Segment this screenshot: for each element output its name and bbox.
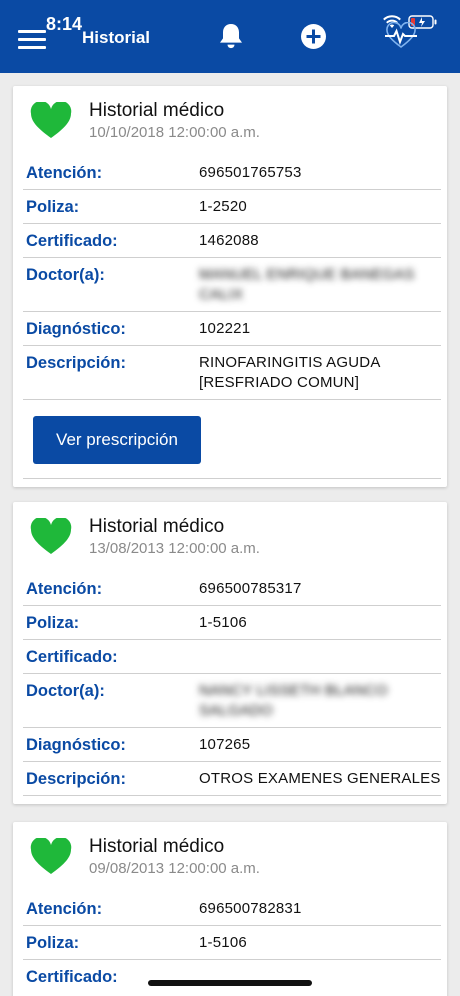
- certificado-label: Certificado:: [26, 648, 118, 666]
- record-header: Historial médico 13/08/2013 12:00:00 a.m…: [13, 502, 447, 572]
- diagnostico-label: Diagnóstico:: [26, 736, 126, 754]
- field-row: Atención: 696501765753: [23, 156, 441, 190]
- poliza-label: Poliza:: [26, 934, 80, 952]
- atencion-label: Atención:: [26, 580, 103, 598]
- home-indicator[interactable]: [148, 980, 312, 986]
- record-title: Historial médico: [89, 516, 225, 537]
- health-monitor-button[interactable]: [384, 21, 418, 50]
- record-title: Historial médico: [89, 836, 225, 857]
- view-prescription-button[interactable]: Ver prescripción: [33, 416, 201, 464]
- heart-icon: [30, 518, 72, 554]
- record-card: Historial médico 10/10/2018 12:00:00 a.m…: [13, 86, 447, 487]
- record-header: Historial médico 09/08/2013 12:00:00 a.m…: [13, 822, 447, 892]
- hamburger-menu-icon: [18, 30, 46, 33]
- field-row: Certificado: 1462088: [23, 224, 441, 258]
- field-row: Diagnóstico: 102221: [23, 312, 441, 346]
- certificado-label: Certificado:: [26, 232, 118, 250]
- atencion-value: 696500785317: [199, 580, 302, 597]
- descripcion-value: OTROS EXAMENES GENERALES: [199, 770, 441, 787]
- atencion-label: Atención:: [26, 900, 103, 918]
- record-card: Historial médico 09/08/2013 12:00:00 a.m…: [13, 822, 447, 996]
- field-row: Certificado:: [23, 640, 441, 674]
- atencion-value: 696501765753: [199, 164, 302, 181]
- poliza-value: 1-5106: [199, 614, 247, 631]
- certificado-label: Certificado:: [26, 968, 118, 986]
- record-details: Atención: 696500782831 Poliza: 1-5106 Ce…: [23, 892, 441, 994]
- heart-icon: [30, 838, 72, 874]
- field-row: Atención: 696500785317: [23, 572, 441, 606]
- menu-button[interactable]: [18, 30, 46, 50]
- record-date: 10/10/2018 12:00:00 a.m.: [89, 124, 260, 141]
- status-time: 8:14: [46, 14, 83, 34]
- diagnostico-label: Diagnóstico:: [26, 320, 126, 338]
- bell-icon: [220, 23, 242, 49]
- record-date: 13/08/2013 12:00:00 a.m.: [89, 540, 260, 557]
- notifications-button[interactable]: [218, 22, 244, 50]
- record-details: Atención: 696501765753 Poliza: 1-2520 Ce…: [23, 156, 441, 400]
- heart-icon: [30, 102, 72, 138]
- doctor-label: Doctor(a):: [26, 682, 105, 700]
- poliza-value: 1-2520: [199, 198, 247, 215]
- record-header: Historial médico 10/10/2018 12:00:00 a.m…: [13, 86, 447, 156]
- field-row: Poliza: 1-2520: [23, 190, 441, 224]
- diagnostico-value: 107265: [199, 736, 251, 753]
- top-app-bar: 8:14 Historial: [0, 0, 460, 73]
- field-row: Poliza: 1-5106: [23, 606, 441, 640]
- app-screen: 8:14 Historial Historial médico 10/10/20…: [0, 0, 460, 996]
- descripcion-label: Descripción:: [26, 354, 126, 372]
- add-button[interactable]: [300, 23, 327, 50]
- atencion-label: Atención:: [26, 164, 103, 182]
- descripcion-label: Descripción:: [26, 770, 126, 788]
- certificado-value: [199, 640, 441, 673]
- poliza-label: Poliza:: [26, 614, 80, 632]
- atencion-value: 696500782831: [199, 900, 302, 917]
- poliza-label: Poliza:: [26, 198, 80, 216]
- record-details: Atención: 696500785317 Poliza: 1-5106 Ce…: [23, 572, 441, 796]
- field-row: Certificado:: [23, 960, 441, 994]
- field-row: Poliza: 1-5106: [23, 926, 441, 960]
- record-card: Historial médico 13/08/2013 12:00:00 a.m…: [13, 502, 447, 804]
- field-row: Atención: 696500782831: [23, 892, 441, 926]
- certificado-value: [199, 960, 441, 994]
- plus-circle-icon: [301, 24, 326, 49]
- poliza-value: 1-5106: [199, 934, 247, 951]
- certificado-value: 1462088: [199, 232, 259, 249]
- descripcion-value: RINOFARINGITIS AGUDA [RESFRIADO COMUN]: [199, 354, 380, 391]
- heart-pulse-icon: [385, 21, 417, 48]
- field-row: Doctor(a): MANUEL ENRIQUE BANEGAS CALIX: [23, 258, 441, 312]
- field-row: Diagnóstico: 107265: [23, 728, 441, 762]
- record-date: 09/08/2013 12:00:00 a.m.: [89, 860, 260, 877]
- doctor-value-redacted: NANCY LISSETH BLANCO SALGADO: [199, 682, 388, 719]
- diagnostico-value: 102221: [199, 320, 251, 337]
- record-title: Historial médico: [89, 100, 225, 121]
- doctor-value-redacted: MANUEL ENRIQUE BANEGAS CALIX: [199, 266, 415, 303]
- field-row: Descripción: RINOFARINGITIS AGUDA [RESFR…: [23, 346, 441, 400]
- field-row: Descripción: OTROS EXAMENES GENERALES: [23, 762, 441, 796]
- field-row: Doctor(a): NANCY LISSETH BLANCO SALGADO: [23, 674, 441, 728]
- page-title: Historial: [82, 28, 151, 47]
- doctor-label: Doctor(a):: [26, 266, 105, 284]
